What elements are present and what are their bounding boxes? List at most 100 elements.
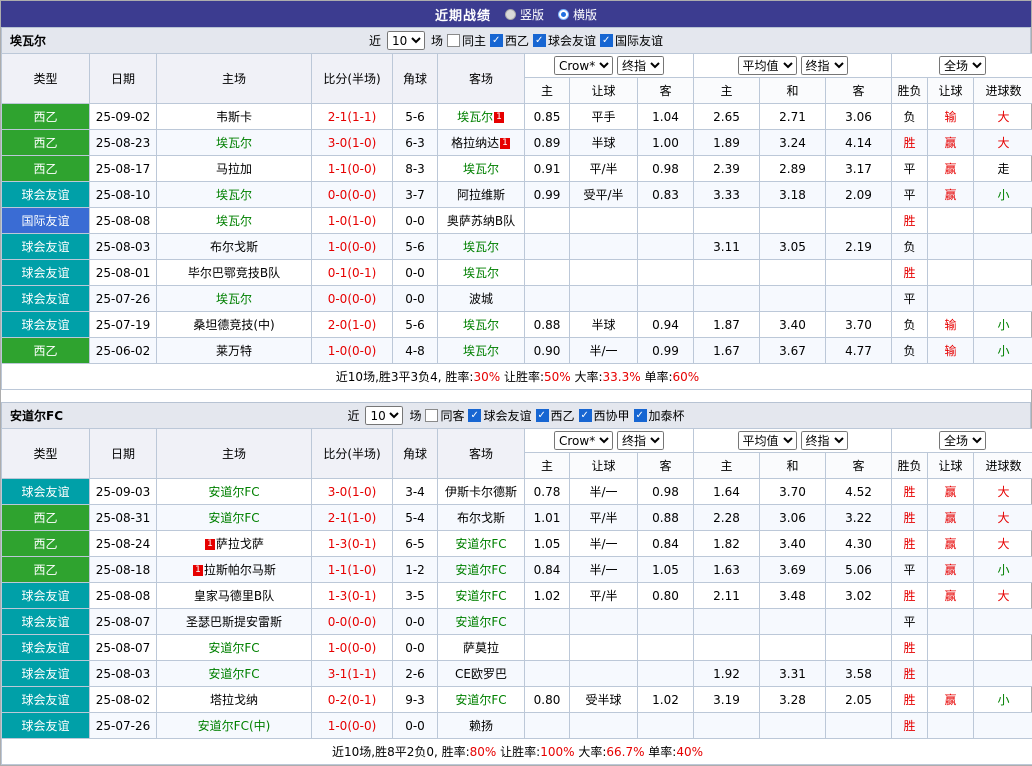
checkbox-checked-icon[interactable] [468, 409, 481, 422]
league-filter[interactable]: 西协甲 [579, 407, 630, 424]
scope-select[interactable]: 全场 [939, 56, 986, 75]
team-name-text[interactable]: 圣瑟巴斯提安雷斯 [186, 615, 282, 629]
corner-count: 0-0 [393, 713, 438, 739]
page-title: 近期战绩 [435, 5, 491, 24]
checkbox-checked-icon[interactable] [490, 34, 503, 47]
checkbox-unchecked-icon[interactable] [447, 34, 460, 47]
match-date: 25-06-02 [90, 338, 157, 364]
match-count-select[interactable]: 10 [387, 31, 425, 50]
bookmaker-select[interactable]: Crow* [554, 56, 613, 75]
result-cell: 平 [892, 182, 928, 208]
team-name-text[interactable]: 格拉纳达 [451, 136, 499, 150]
team-name-text[interactable]: 安道尔FC [455, 537, 506, 551]
checkbox-checked-icon[interactable] [634, 409, 647, 422]
team-name-text[interactable]: 皇家马德里B队 [194, 589, 274, 603]
handicap-odds [525, 260, 570, 286]
team-name-text[interactable]: 安道尔FC [208, 641, 259, 655]
team-name-text[interactable]: 莱万特 [216, 344, 252, 358]
handicap-odds [638, 635, 694, 661]
league-filter[interactable]: 国际友谊 [600, 32, 663, 49]
team-name-text[interactable]: 桑坦德竞技(中) [193, 318, 274, 332]
team-name-text[interactable]: 埃瓦尔 [216, 214, 252, 228]
team-name-text[interactable]: 埃瓦尔 [216, 188, 252, 202]
avg-stage-select[interactable]: 终指 [801, 56, 848, 75]
avg-stage-select[interactable]: 终指 [801, 431, 848, 450]
away-team: 埃瓦尔 [438, 156, 525, 182]
team-name-text[interactable]: 阿拉维斯 [457, 188, 505, 202]
team-name-text[interactable]: 安道尔FC [455, 615, 506, 629]
team-name-text[interactable]: 布尔戈斯 [210, 240, 258, 254]
odds-stage-select[interactable]: 终指 [617, 56, 664, 75]
team-name-text[interactable]: 奥萨苏纳B队 [447, 214, 515, 228]
result-cell: 胜 [892, 505, 928, 531]
team-name-text[interactable]: 毕尔巴鄂竞技B队 [188, 266, 280, 280]
result-cell [928, 260, 974, 286]
team-name-text[interactable]: 安道尔FC [455, 693, 506, 707]
team-name-text[interactable]: 埃瓦尔 [457, 110, 493, 124]
team-name-text[interactable]: 赖扬 [469, 719, 493, 733]
team-name-text[interactable]: 埃瓦尔 [216, 136, 252, 150]
team-name-text[interactable]: 安道尔FC [208, 667, 259, 681]
team-name-text[interactable]: 萨拉戈萨 [216, 537, 264, 551]
checkbox-checked-icon[interactable] [533, 34, 546, 47]
near-label: 近 [369, 32, 381, 49]
team-name-text[interactable]: 安道尔FC [208, 485, 259, 499]
handicap-odds: 半/一 [570, 531, 638, 557]
match-row: 球会友谊25-07-26安道尔FC(中)1-0(0-0)0-0赖扬胜 [2, 713, 1032, 739]
match-count-select[interactable]: 10 [365, 406, 403, 425]
average-odds: 2.11 [694, 583, 760, 609]
team-name-text[interactable]: 埃瓦尔 [216, 292, 252, 306]
checkbox-checked-icon[interactable] [600, 34, 613, 47]
average-odds: 3.58 [826, 661, 892, 687]
league-filter[interactable]: 西乙 [490, 32, 529, 49]
team-name-text[interactable]: 埃瓦尔 [463, 162, 499, 176]
team-name-text[interactable]: 埃瓦尔 [463, 266, 499, 280]
same-venue-filter[interactable]: 同主 [447, 32, 486, 49]
team-name-text[interactable]: 伊斯卡尔德斯 [445, 485, 517, 499]
result-cell: 胜 [892, 635, 928, 661]
league-filter[interactable]: 西乙 [536, 407, 575, 424]
col-subheader: 客 [638, 453, 694, 479]
league-filter[interactable]: 球会友谊 [533, 32, 596, 49]
team-name-text[interactable]: 埃瓦尔 [463, 344, 499, 358]
team-name-text[interactable]: 安道尔FC(中) [198, 719, 271, 733]
team-name-text[interactable]: 安道尔FC [208, 511, 259, 525]
layout-radio-vertical[interactable]: 竖版 [505, 6, 544, 23]
match-date: 25-08-03 [90, 234, 157, 260]
match-type: 西乙 [2, 130, 90, 156]
team-name-text[interactable]: 拉斯帕尔马斯 [204, 563, 276, 577]
handicap-odds [525, 609, 570, 635]
col-subheader: 主 [525, 453, 570, 479]
team-name-text[interactable]: 波城 [469, 292, 493, 306]
checkbox-unchecked-icon[interactable] [425, 409, 438, 422]
col-subheader: 主 [694, 78, 760, 104]
result-cell [928, 635, 974, 661]
handicap-odds [638, 713, 694, 739]
team-name-text[interactable]: 萨莫拉 [463, 641, 499, 655]
handicap-odds: 0.88 [525, 312, 570, 338]
team-name-text[interactable]: 安道尔FC [455, 563, 506, 577]
scope-select[interactable]: 全场 [939, 431, 986, 450]
team-name-text[interactable]: 马拉加 [216, 162, 252, 176]
layout-radio-horizontal[interactable]: 横版 [558, 6, 597, 23]
result-cell: 小 [974, 687, 1032, 713]
team-name-text[interactable]: 韦斯卡 [216, 110, 252, 124]
team-name-text[interactable]: 埃瓦尔 [463, 240, 499, 254]
league-filter[interactable]: 加泰杯 [634, 407, 685, 424]
handicap-odds: 0.98 [638, 479, 694, 505]
avg-odds-select[interactable]: 平均值 [738, 431, 797, 450]
odds-stage-select[interactable]: 终指 [617, 431, 664, 450]
league-filter[interactable]: 球会友谊 [468, 407, 531, 424]
team-name-text[interactable]: 埃瓦尔 [463, 318, 499, 332]
handicap-odds: 0.84 [638, 531, 694, 557]
same-venue-filter[interactable]: 同客 [425, 407, 464, 424]
team-name-text[interactable]: 塔拉戈纳 [210, 693, 258, 707]
team-name-text[interactable]: 布尔戈斯 [457, 511, 505, 525]
bookmaker-select[interactable]: Crow* [554, 431, 613, 450]
team-name-text[interactable]: CE欧罗巴 [455, 667, 507, 681]
checkbox-checked-icon[interactable] [536, 409, 549, 422]
checkbox-checked-icon[interactable] [579, 409, 592, 422]
avg-odds-select[interactable]: 平均值 [738, 56, 797, 75]
match-date: 25-09-02 [90, 104, 157, 130]
team-name-text[interactable]: 安道尔FC [455, 589, 506, 603]
